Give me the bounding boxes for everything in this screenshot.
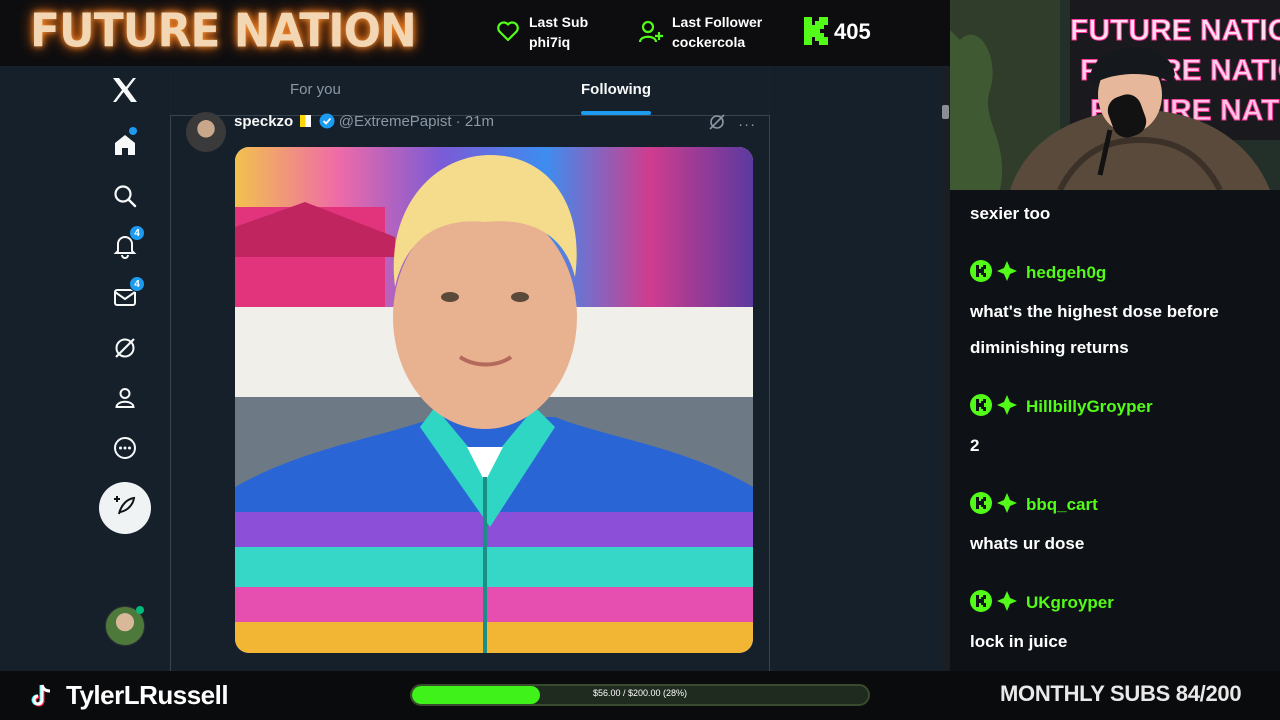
tab-for-you[interactable]: For you bbox=[290, 81, 341, 98]
subscriber-badge-icon bbox=[996, 260, 1018, 287]
chat-username-row: UKgroyper bbox=[970, 589, 1114, 617]
profile-icon[interactable] bbox=[109, 382, 141, 414]
chat-username[interactable]: hedgeh0g bbox=[1026, 263, 1106, 283]
notifications-badge: 4 bbox=[129, 225, 145, 241]
neon-sign-text: FUTURE NATION bbox=[1070, 14, 1280, 47]
add-user-icon bbox=[638, 20, 664, 49]
online-status-dot bbox=[136, 606, 144, 614]
chat-username[interactable]: bbq_cart bbox=[1026, 495, 1098, 515]
sub-goal-progress-bar: $56.00 / $200.00 (28%) bbox=[410, 684, 870, 706]
chat-username-row: HillbillyGroyper bbox=[970, 393, 1153, 421]
streamer-handle: TylerLRussell bbox=[66, 680, 229, 710]
grok-tweet-icon[interactable] bbox=[708, 113, 726, 135]
chat-message-text: sexier too bbox=[970, 204, 1051, 223]
messages-envelope-icon[interactable]: 4 bbox=[109, 276, 145, 313]
notifications-bell-icon[interactable]: 4 bbox=[109, 225, 145, 262]
tiktok-icon bbox=[30, 683, 54, 714]
scrollbar-thumb[interactable] bbox=[942, 105, 949, 119]
feather-plus-icon bbox=[112, 493, 138, 524]
tweet-actions: ··· bbox=[708, 113, 756, 135]
x-logo-icon[interactable] bbox=[109, 74, 141, 106]
chat-panel: sexier too hedgeh0g what's the highest d… bbox=[950, 190, 1280, 671]
more-circle-icon[interactable] bbox=[109, 432, 141, 464]
webcam-feed: FUTURE NATION FUTURE NATION FUTURE NATIO… bbox=[950, 0, 1280, 190]
chat-message-text: 2 bbox=[970, 436, 980, 455]
kick-badge-icon bbox=[970, 393, 992, 421]
grok-icon[interactable] bbox=[109, 332, 141, 364]
last-follower-label: Last Follower bbox=[672, 14, 763, 30]
active-tab-indicator bbox=[581, 111, 651, 115]
flag-emoji-icon bbox=[300, 115, 312, 127]
chat-username-row: bbq_cart bbox=[970, 491, 1098, 519]
tab-following[interactable]: Following bbox=[581, 81, 651, 98]
monthly-subs-counter: MONTHLY SUBS 84/200 bbox=[1000, 681, 1242, 706]
subscriber-badge-icon bbox=[996, 492, 1018, 519]
verified-badge-icon bbox=[319, 113, 335, 133]
search-icon[interactable] bbox=[109, 180, 141, 212]
tweet-handle[interactable]: @ExtremePapist bbox=[339, 113, 452, 130]
kick-logo-icon bbox=[804, 17, 830, 50]
brand-logo-text: FUTURE NATION bbox=[30, 4, 417, 59]
chat-message-text: whats ur dose bbox=[970, 534, 1085, 553]
tweet-author-avatar[interactable] bbox=[186, 112, 226, 152]
kick-badge-icon bbox=[970, 259, 992, 287]
last-sub-value: phi7iq bbox=[529, 34, 571, 50]
chat-username[interactable]: UKgroyper bbox=[1026, 593, 1114, 613]
sub-goal-text: $56.00 / $200.00 (28%) bbox=[592, 688, 688, 698]
chat-message-text: what's the highest dose before diminishi… bbox=[970, 302, 1219, 357]
page-scrollbar[interactable] bbox=[941, 66, 950, 671]
tweet-header: speckzo @ExtremePapist · 21m bbox=[234, 113, 494, 133]
compose-post-button[interactable] bbox=[99, 482, 151, 534]
tweet-time[interactable]: · 21m bbox=[456, 113, 494, 130]
subscriber-badge-icon bbox=[996, 590, 1018, 617]
more-dots-icon[interactable]: ··· bbox=[738, 116, 756, 133]
home-unread-dot bbox=[129, 127, 137, 135]
kick-badge-icon bbox=[970, 491, 992, 519]
last-follower-value: cockercola bbox=[672, 34, 746, 50]
chat-message-text: lock in juice bbox=[970, 632, 1068, 651]
subscriber-badge-icon bbox=[996, 394, 1018, 421]
tweet-image[interactable] bbox=[235, 147, 753, 653]
follower-count: 405 bbox=[834, 19, 871, 44]
chat-username-row: hedgeh0g bbox=[970, 259, 1106, 287]
home-icon[interactable] bbox=[109, 127, 141, 161]
messages-badge: 4 bbox=[129, 276, 145, 292]
chat-username[interactable]: HillbillyGroyper bbox=[1026, 397, 1153, 417]
kick-badge-icon bbox=[970, 589, 992, 617]
last-sub-label: Last Sub bbox=[529, 14, 589, 30]
heart-icon bbox=[495, 20, 521, 47]
x-sidebar-nav: 4 4 bbox=[0, 66, 170, 671]
tweet-display-name[interactable]: speckzo bbox=[234, 113, 293, 130]
timeline-tabs: For you Following bbox=[170, 66, 770, 116]
